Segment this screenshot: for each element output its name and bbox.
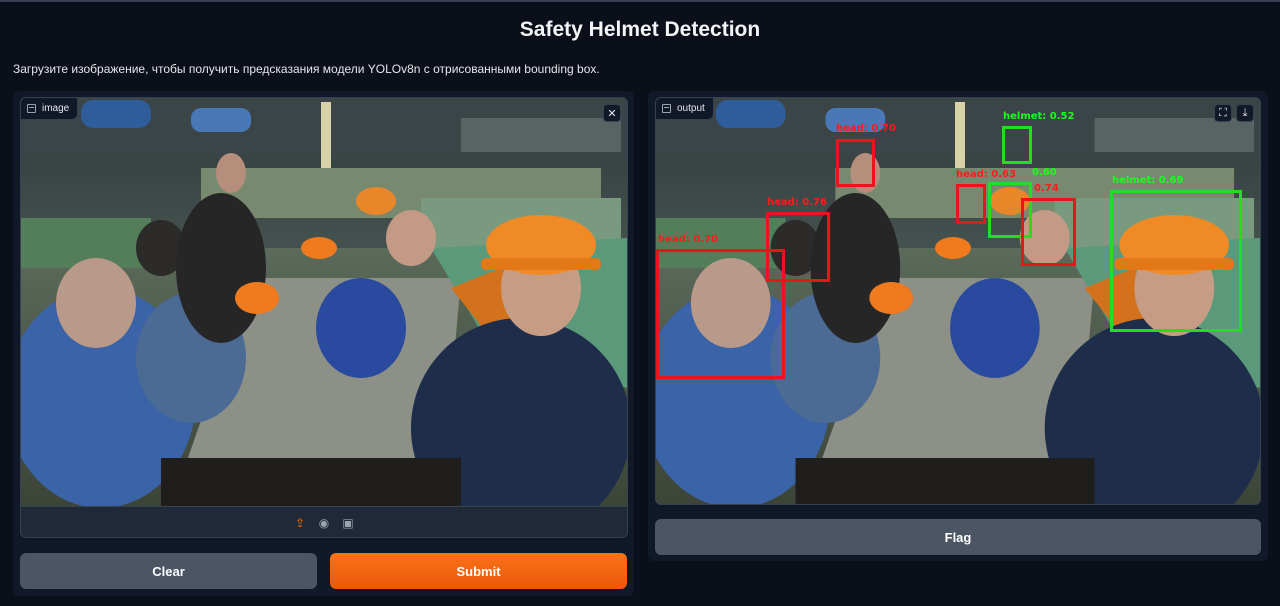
- output-photo: head: 0.70 helmet: 0.52 head: 0.63 0.60 …: [656, 98, 1260, 504]
- image-output: output ⛶ ⤓ head: 0.70 helmet: 0.52 head:…: [655, 97, 1261, 505]
- close-icon[interactable]: ✕: [603, 104, 621, 122]
- detection-label: head: 0.70: [836, 123, 896, 134]
- clear-button[interactable]: Clear: [20, 553, 317, 589]
- page-title: Safety Helmet Detection: [519, 18, 761, 41]
- flag-button[interactable]: Flag: [655, 519, 1261, 555]
- detection-label: helmet: 0.52: [1003, 111, 1075, 122]
- input-photo: [21, 98, 627, 506]
- detection-box-head: [1021, 198, 1076, 266]
- image-icon: [662, 104, 671, 113]
- image-label: image: [42, 103, 70, 114]
- output-column: output ⛶ ⤓ head: 0.70 helmet: 0.52 head:…: [648, 91, 1268, 561]
- output-label-chip: output: [656, 98, 714, 120]
- detection-label: head: 0.70: [658, 234, 718, 245]
- output-label: output: [677, 103, 705, 114]
- detection-box-head: [836, 139, 875, 187]
- detection-box-head: [656, 249, 785, 379]
- detection-label: head: 0.63: [956, 169, 1016, 180]
- page-description: Загрузите изображение, чтобы получить пр…: [13, 62, 600, 76]
- detection-label: helmet: 0.69: [1112, 175, 1184, 186]
- input-column: image ✕ ⇪ ◉ ▣ Clear Submit: [13, 91, 634, 596]
- image-icon: [27, 104, 36, 113]
- clipboard-icon[interactable]: ▣: [341, 516, 355, 530]
- upload-icon[interactable]: ⇪: [293, 516, 307, 530]
- top-divider: [0, 0, 1280, 2]
- download-icon[interactable]: ⤓: [1236, 104, 1254, 122]
- detection-box-helmet: [1002, 126, 1032, 164]
- detection-box-head: [956, 184, 986, 224]
- detection-label: head: 0.76: [767, 197, 827, 208]
- fullscreen-icon[interactable]: ⛶: [1214, 104, 1232, 122]
- image-input[interactable]: image ✕ ⇪ ◉ ▣: [20, 97, 628, 538]
- source-selector: ⇪ ◉ ▣: [21, 506, 627, 537]
- submit-button[interactable]: Submit: [330, 553, 627, 589]
- detection-label: 0.74: [1034, 183, 1059, 194]
- detection-box-helmet: [1110, 190, 1242, 332]
- detection-label: 0.60: [1032, 167, 1057, 178]
- webcam-icon[interactable]: ◉: [317, 516, 331, 530]
- image-label-chip: image: [21, 98, 79, 120]
